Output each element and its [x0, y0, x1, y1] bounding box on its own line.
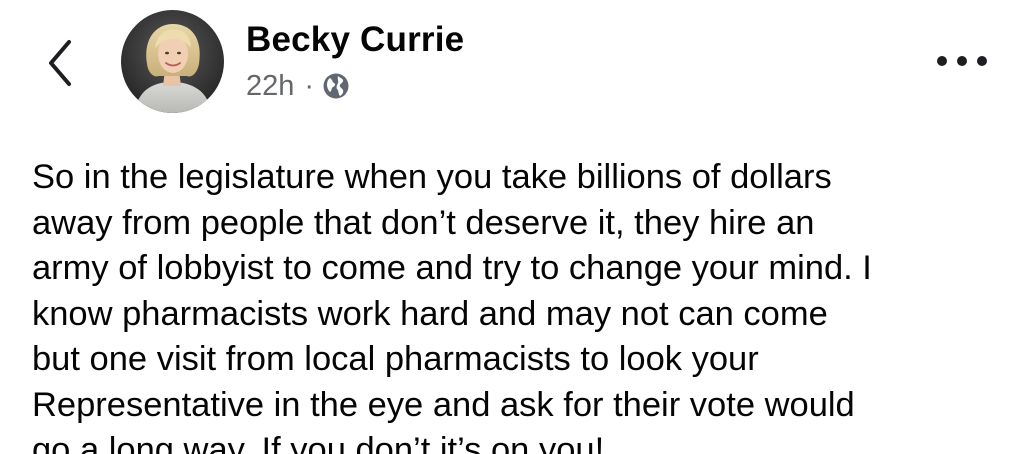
chevron-left-icon: [49, 40, 71, 86]
meta-separator: ·: [304, 69, 315, 102]
avatar-image: [121, 10, 224, 113]
globe-icon[interactable]: [322, 72, 350, 100]
post-body-text: So in the legislature when you take bill…: [32, 158, 872, 454]
post-meta: 22h ·: [246, 68, 350, 104]
more-options-button[interactable]: [932, 44, 992, 78]
author-avatar[interactable]: [121, 10, 224, 113]
more-horizontal-icon: [937, 56, 987, 66]
post-timestamp[interactable]: 22h: [246, 70, 294, 103]
author-name[interactable]: Becky Currie: [246, 20, 464, 60]
back-button[interactable]: [40, 36, 80, 90]
